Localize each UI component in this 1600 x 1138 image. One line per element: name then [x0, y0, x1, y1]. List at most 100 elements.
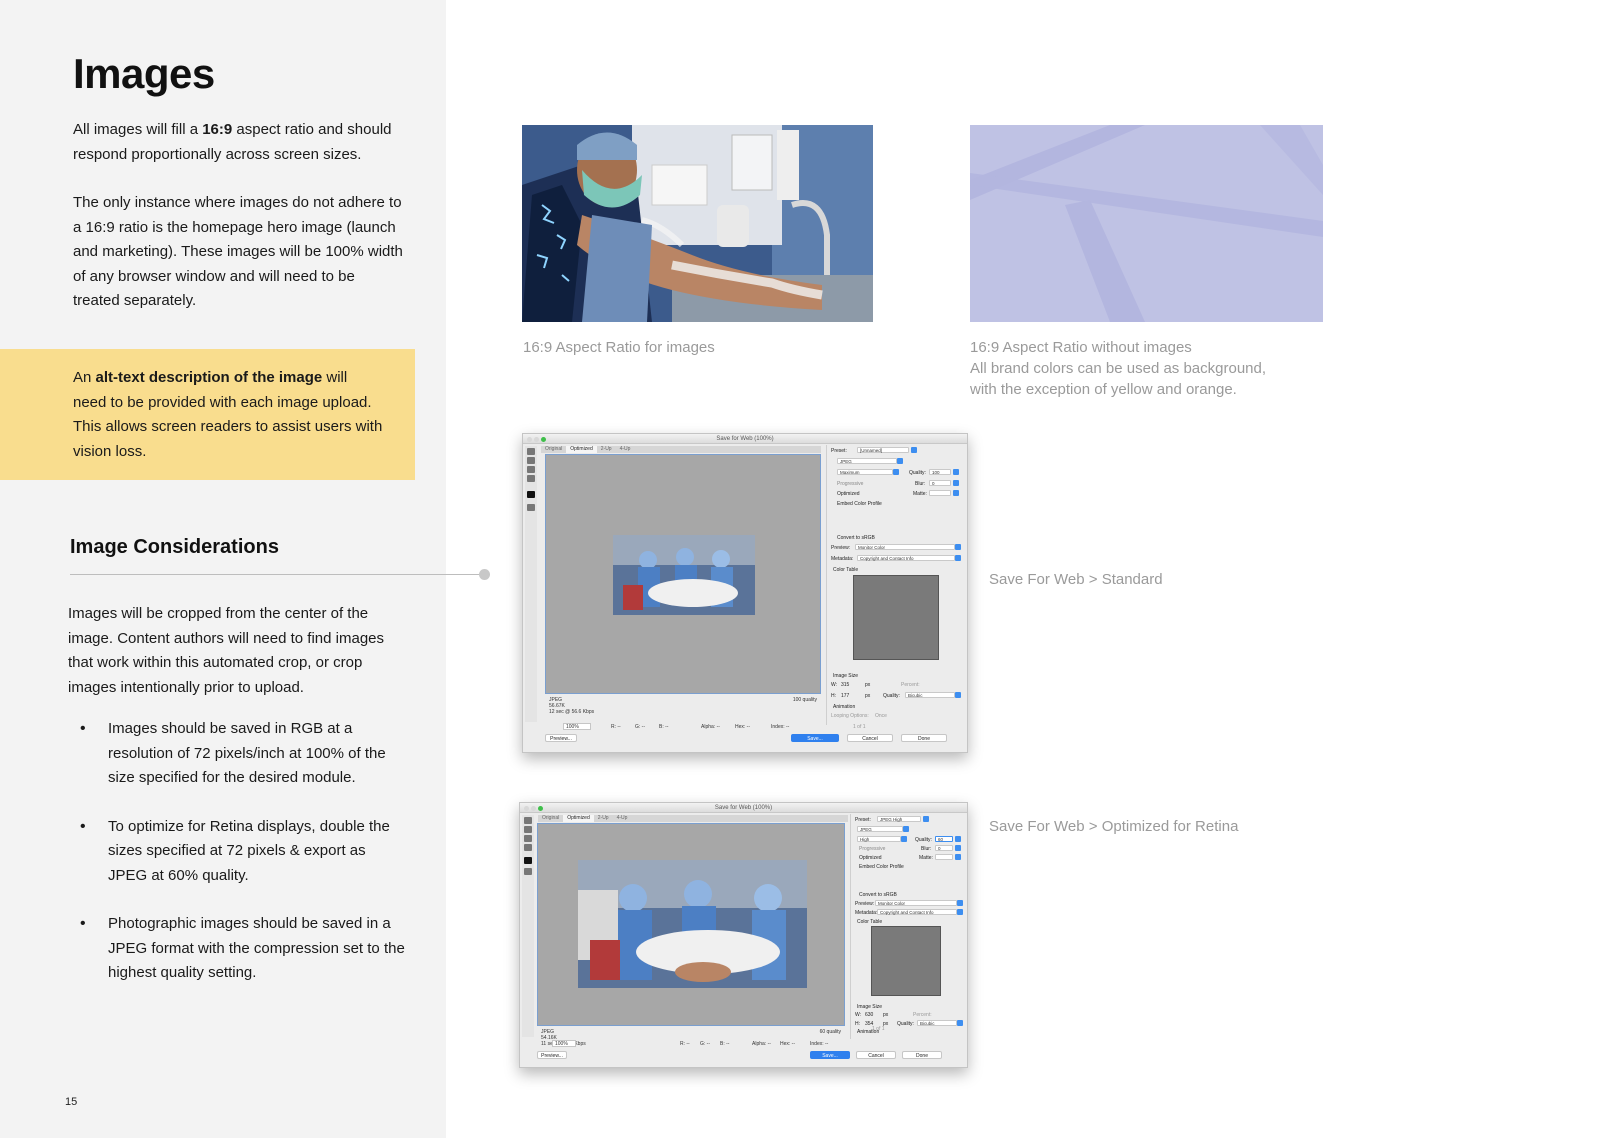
preset-select[interactable]: [Unnamed] — [857, 447, 909, 453]
zoom-tool-icon[interactable] — [524, 835, 532, 842]
cancel-button[interactable]: Cancel — [856, 1051, 896, 1059]
looping-select[interactable]: Once — [875, 713, 887, 719]
embed-profile-checkbox[interactable]: Embed Color Profile — [859, 864, 904, 870]
close-dot-icon[interactable] — [524, 806, 529, 811]
hand-tool-icon[interactable] — [527, 448, 535, 455]
preview-canvas[interactable]: JPEG 54.16K 11 sec @ 56.6 Kbps 60 qualit… — [537, 823, 845, 1047]
color-table-label: Color Table — [857, 919, 883, 925]
blur-input[interactable]: 0 — [929, 480, 951, 486]
resample-dropdown-icon[interactable] — [957, 1020, 963, 1026]
hex-readout: Hex: -- — [735, 724, 750, 730]
quality-input[interactable]: 100 — [929, 469, 951, 475]
blur-input[interactable]: 0 — [935, 845, 953, 851]
divider-end-dot — [479, 569, 490, 580]
save-button[interactable]: Save... — [791, 734, 839, 742]
quality-stepper-icon[interactable] — [953, 469, 959, 475]
zoom-dot-icon[interactable] — [541, 437, 546, 442]
color-swatch-icon[interactable] — [527, 491, 535, 498]
slice-tool-icon[interactable] — [524, 826, 532, 833]
eyedropper-tool-icon[interactable] — [524, 844, 532, 851]
optimized-checkbox[interactable]: Optimized — [837, 491, 860, 497]
progressive-checkbox[interactable]: Progressive — [837, 481, 863, 487]
tool-column — [522, 815, 534, 1037]
preset-select[interactable]: JPEG High — [877, 816, 921, 822]
tab-original[interactable]: Original — [541, 446, 566, 453]
compression-dropdown-icon[interactable] — [893, 469, 899, 475]
done-button[interactable]: Done — [902, 1051, 942, 1059]
format-select[interactable]: JPEG — [837, 458, 897, 464]
compression-select[interactable]: High — [857, 836, 901, 842]
toggle-slices-icon[interactable] — [524, 868, 532, 875]
cancel-button[interactable]: Cancel — [847, 734, 893, 742]
tab-4-up[interactable]: 4-Up — [613, 815, 632, 822]
convert-srgb-checkbox[interactable]: Convert to sRGB — [837, 535, 875, 541]
embed-profile-checkbox[interactable]: Embed Color Profile — [837, 501, 882, 507]
quality-input[interactable]: 60 — [935, 836, 953, 842]
compression-select[interactable]: Maximum — [837, 469, 893, 475]
progressive-checkbox[interactable]: Progressive — [859, 846, 885, 852]
hand-tool-icon[interactable] — [524, 817, 532, 824]
preview-dropdown-icon[interactable] — [957, 900, 963, 906]
resample-dropdown-icon[interactable] — [955, 692, 961, 698]
list-item: Photographic images should be saved in a… — [68, 912, 408, 986]
format-dropdown-icon[interactable] — [897, 458, 903, 464]
color-swatch-icon[interactable] — [524, 857, 532, 864]
preview-canvas[interactable]: JPEG 56.67K 12 sec @ 56.6 Kbps 100 quali… — [545, 454, 821, 715]
width-value[interactable]: 630 — [865, 1012, 873, 1018]
preview-select[interactable]: Monitor Color — [875, 900, 957, 906]
preset-dropdown-icon[interactable] — [911, 447, 917, 453]
eyedropper-tool-icon[interactable] — [527, 475, 535, 482]
tab-4-up[interactable]: 4-Up — [616, 446, 635, 453]
compression-dropdown-icon[interactable] — [901, 836, 907, 842]
resample-select[interactable]: Bicubic — [905, 692, 955, 698]
zoom-dot-icon[interactable] — [538, 806, 543, 811]
toggle-slices-icon[interactable] — [527, 504, 535, 511]
matte-select[interactable] — [929, 490, 951, 496]
preview-button[interactable]: Preview... — [545, 734, 577, 742]
convert-srgb-checkbox[interactable]: Convert to sRGB — [859, 892, 897, 898]
zoom-input[interactable]: 100% — [552, 1040, 576, 1047]
preview-button[interactable]: Preview... — [537, 1051, 567, 1059]
metadata-dropdown-icon[interactable] — [955, 555, 961, 561]
info-quality: 100 quality — [792, 697, 817, 703]
tab-2-up[interactable]: 2-Up — [597, 446, 616, 453]
height-value[interactable]: 177 — [841, 693, 849, 699]
tab-optimized[interactable]: Optimized — [563, 815, 594, 822]
preview-dropdown-icon[interactable] — [955, 544, 961, 550]
minimize-dot-icon[interactable] — [534, 437, 539, 442]
matte-dropdown-icon[interactable] — [953, 490, 959, 496]
resample-select[interactable]: Bicubic — [917, 1020, 957, 1026]
slice-tool-icon[interactable] — [527, 457, 535, 464]
quality-stepper-icon[interactable] — [955, 836, 961, 842]
done-button[interactable]: Done — [901, 734, 947, 742]
zoom-input[interactable]: 100% — [563, 723, 591, 730]
format-dropdown-icon[interactable] — [903, 826, 909, 832]
intro-text: All images will fill a — [73, 121, 203, 138]
swatch-caption: 16:9 Aspect Ratio without images All bra… — [970, 337, 1290, 400]
frame-count: 1 of 1 — [872, 1026, 885, 1032]
zoom-tool-icon[interactable] — [527, 466, 535, 473]
save-button[interactable]: Save... — [810, 1051, 850, 1059]
matte-select[interactable] — [935, 854, 953, 860]
matte-dropdown-icon[interactable] — [955, 854, 961, 860]
optimized-checkbox[interactable]: Optimized — [859, 855, 882, 861]
metadata-dropdown-icon[interactable] — [957, 909, 963, 915]
format-select[interactable]: JPEG — [857, 826, 903, 832]
width-label: W: — [855, 1012, 862, 1018]
metadata-select[interactable]: Copyright and Contact Info — [877, 909, 957, 915]
metadata-label: Metadata: — [855, 910, 878, 916]
tab-2-up[interactable]: 2-Up — [594, 815, 613, 822]
preview-select[interactable]: Monitor Color — [855, 544, 955, 550]
tab-optimized[interactable]: Optimized — [566, 446, 597, 453]
close-dot-icon[interactable] — [527, 437, 532, 442]
surgery-photo — [578, 860, 807, 988]
tab-original[interactable]: Original — [538, 815, 563, 822]
metadata-select[interactable]: Copyright and Contact Info — [857, 555, 955, 561]
width-value[interactable]: 315 — [841, 682, 849, 688]
preset-dropdown-icon[interactable] — [923, 816, 929, 822]
blur-stepper-icon[interactable] — [953, 480, 959, 486]
color-background-swatch — [970, 125, 1323, 322]
section-heading: Image Considerations — [70, 536, 279, 558]
blur-stepper-icon[interactable] — [955, 845, 961, 851]
minimize-dot-icon[interactable] — [531, 806, 536, 811]
